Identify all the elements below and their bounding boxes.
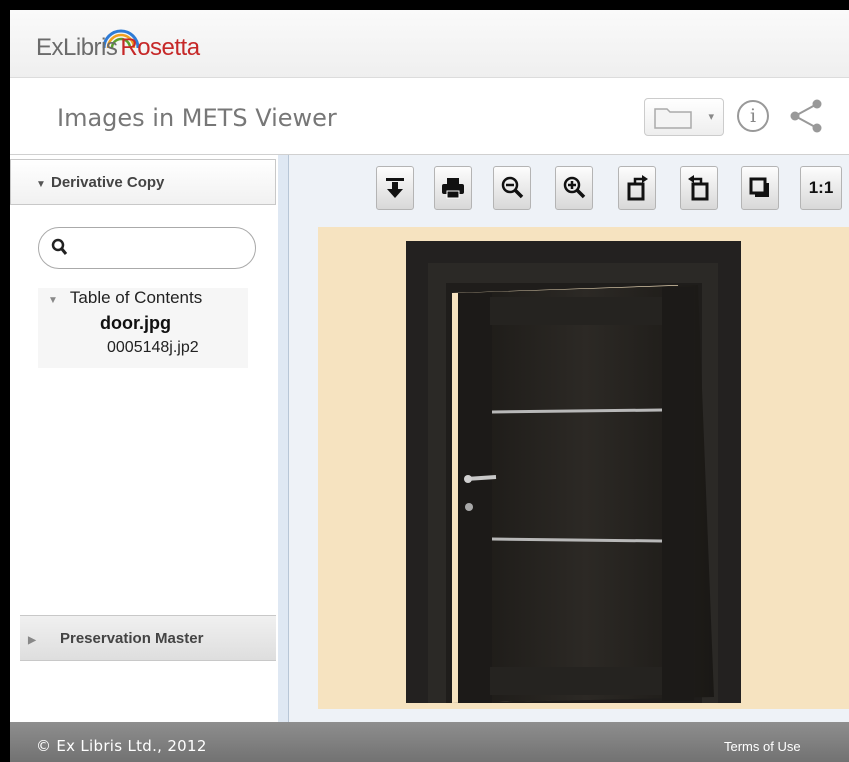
toc-heading[interactable]: ▼ Table of Contents bbox=[48, 288, 202, 308]
search-icon bbox=[51, 238, 68, 255]
copyright-text: © Ex Libris Ltd., 2012 bbox=[36, 737, 207, 755]
logo-exlibris-text: ExLibris bbox=[36, 34, 118, 61]
title-bar: Images in METS Viewer ▾ i bbox=[10, 78, 849, 155]
folder-dropdown-button[interactable]: ▾ bbox=[644, 98, 724, 136]
toc-item-door[interactable]: door.jpg bbox=[100, 313, 171, 334]
exlibris-rosetta-logo: ExLibris Rosetta bbox=[36, 34, 200, 62]
rotate-left-button[interactable] bbox=[618, 166, 656, 210]
print-button[interactable] bbox=[434, 166, 472, 210]
page-title: Images in METS Viewer bbox=[57, 104, 337, 132]
expand-right-icon: ▶ bbox=[28, 635, 36, 646]
info-icon: i bbox=[749, 105, 757, 127]
toc-heading-label: Table of Contents bbox=[69, 288, 203, 307]
print-icon bbox=[442, 178, 464, 199]
rotate-right-button[interactable] bbox=[680, 166, 718, 210]
fit-window-icon bbox=[749, 177, 769, 197]
share-icon[interactable] bbox=[783, 98, 823, 134]
collapse-triangle-icon: ▼ bbox=[48, 295, 58, 306]
preservation-master-header[interactable]: ▶ Preservation Master bbox=[20, 615, 276, 661]
derivative-copy-label: Derivative Copy bbox=[51, 174, 165, 191]
derivative-copy-header[interactable]: ▼ Derivative Copy bbox=[10, 159, 276, 205]
zoom-in-button[interactable] bbox=[555, 166, 593, 210]
actual-size-label: 1:1 bbox=[808, 178, 834, 197]
download-button[interactable] bbox=[376, 166, 414, 210]
actual-size-button[interactable]: 1:1 bbox=[800, 166, 842, 210]
toc-item-jp2[interactable]: 0005148j.jp2 bbox=[107, 339, 199, 357]
terms-of-use-link[interactable]: Terms of Use bbox=[724, 739, 801, 754]
chevron-down-icon: ▾ bbox=[708, 111, 714, 123]
fit-window-button[interactable] bbox=[741, 166, 779, 210]
image-canvas[interactable] bbox=[318, 227, 849, 709]
door-image bbox=[406, 241, 741, 703]
footer: © Ex Libris Ltd., 2012 Terms of Use bbox=[10, 722, 849, 762]
preservation-master-label: Preservation Master bbox=[60, 630, 204, 647]
download-icon bbox=[386, 178, 404, 198]
zoom-out-icon bbox=[501, 176, 524, 199]
logo-rosetta-text: Rosetta bbox=[120, 34, 200, 61]
search-box[interactable] bbox=[38, 227, 256, 269]
zoom-out-button[interactable] bbox=[493, 166, 531, 210]
info-button[interactable]: i bbox=[737, 100, 769, 132]
expand-down-icon: ▼ bbox=[36, 179, 46, 190]
panel-splitter[interactable] bbox=[278, 155, 289, 722]
search-input[interactable] bbox=[73, 236, 247, 262]
rotate-right-icon bbox=[688, 175, 709, 201]
folder-icon bbox=[654, 108, 692, 129]
rotate-left-icon bbox=[627, 175, 648, 201]
logo-bar: ExLibris Rosetta bbox=[10, 10, 849, 78]
zoom-in-icon bbox=[563, 176, 586, 199]
